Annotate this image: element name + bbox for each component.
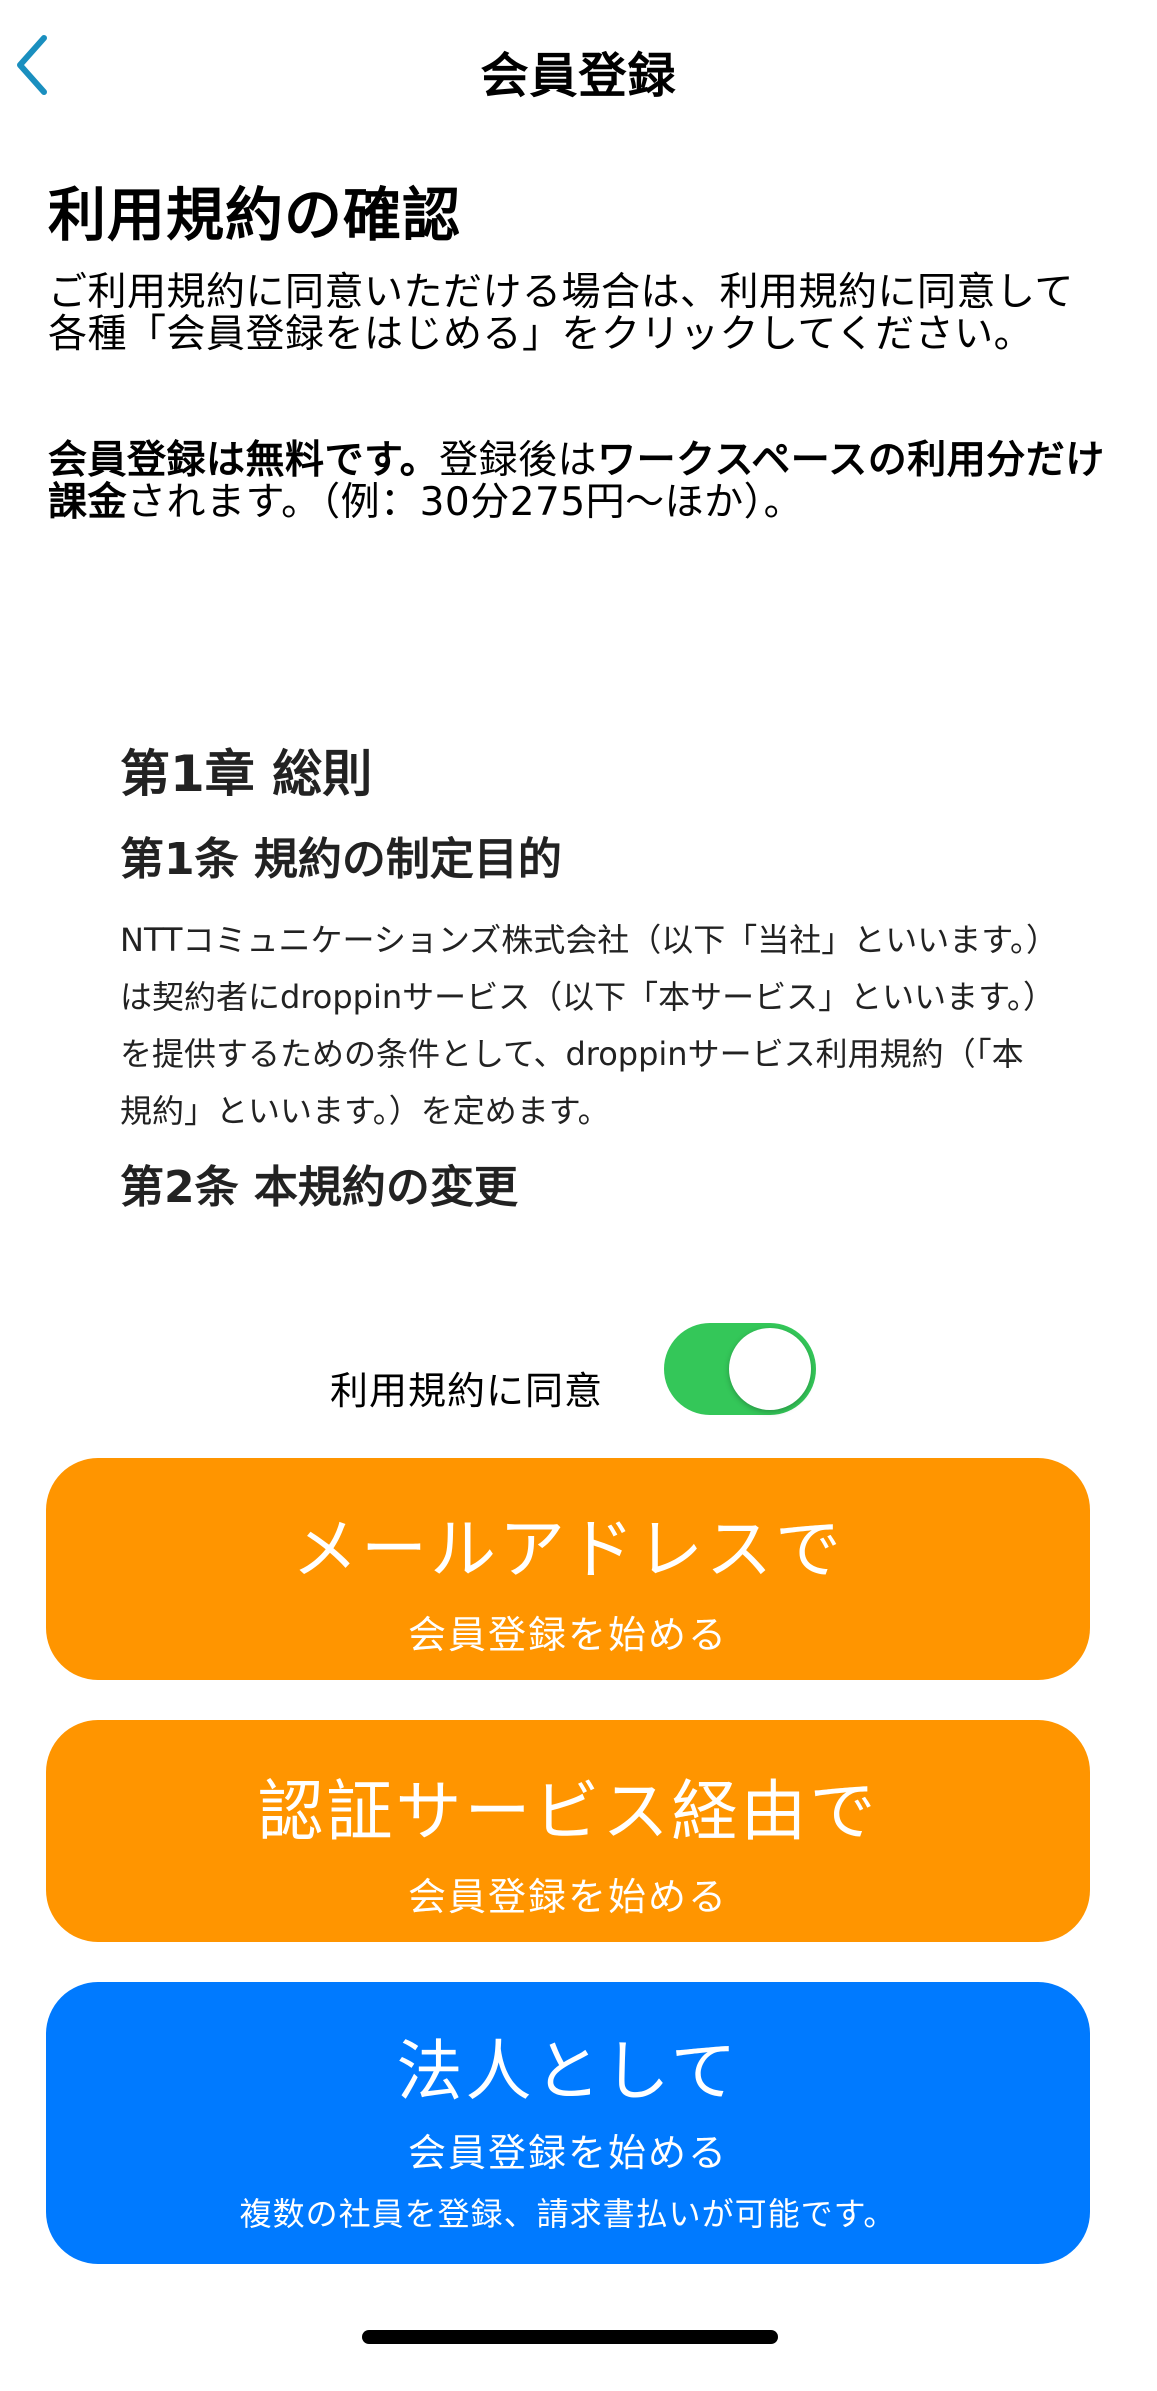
- intro-text: ご利用規約に同意いただける場合は、利用規約に同意して各種「会員登録をはじめる」を…: [48, 270, 1074, 357]
- button-subtitle: 会員登録を始める: [407, 2131, 728, 2175]
- button-subtitle: 会員登録を始める: [407, 1613, 728, 1657]
- fee-after-text: 登録後は: [439, 438, 598, 483]
- agree-toggle[interactable]: [664, 1323, 816, 1415]
- register-email-button[interactable]: メールアドレスで 会員登録を始める: [46, 1458, 1090, 1680]
- article-body: NTTコミュニケーションズ株式会社（以下「当社」といいます。）は契約者にdrop…: [120, 921, 1042, 1130]
- button-title: 認証サービス経由で: [257, 1773, 879, 1850]
- button-title: メールアドレスで: [292, 1511, 844, 1588]
- fee-example-text: されます。（例：30分275円〜ほか）。: [127, 480, 804, 525]
- fee-free-text: 会員登録は無料です。: [48, 438, 440, 483]
- home-indicator[interactable]: [362, 2330, 778, 2344]
- article-title: 第1条 規約の制定目的: [120, 834, 562, 885]
- terms-scroll-area[interactable]: 第1章 総則 第1条 規約の制定目的 NTTコミュニケーションズ株式会社（以下「…: [120, 744, 1050, 1284]
- agree-row: 利用規約に同意: [0, 1330, 1157, 1430]
- fee-notice: 会員登録は無料です。登録後はワークスペースの利用分だけ課金されます。（例：30分…: [48, 440, 1113, 524]
- button-subtitle: 会員登録を始める: [407, 1875, 728, 1919]
- article-title: 第2条 本規約の変更: [120, 1162, 518, 1213]
- chapter-title: 第1章 総則: [120, 745, 373, 803]
- register-corporate-button[interactable]: 法人として 会員登録を始める 複数の社員を登録、請求書払いが可能です。: [46, 1982, 1090, 2264]
- toggle-knob: [729, 1328, 811, 1410]
- button-title: 法人として: [396, 2033, 740, 2110]
- agree-label: 利用規約に同意: [330, 1369, 604, 1413]
- register-auth-service-button[interactable]: 認証サービス経由で 会員登録を始める: [46, 1720, 1090, 1942]
- terms-heading: 利用規約の確認: [48, 181, 462, 249]
- button-note: 複数の社員を登録、請求書払いが可能です。: [239, 2195, 897, 2233]
- page-title: 会員登録: [480, 48, 677, 104]
- navigation-bar: 会員登録: [0, 0, 1157, 130]
